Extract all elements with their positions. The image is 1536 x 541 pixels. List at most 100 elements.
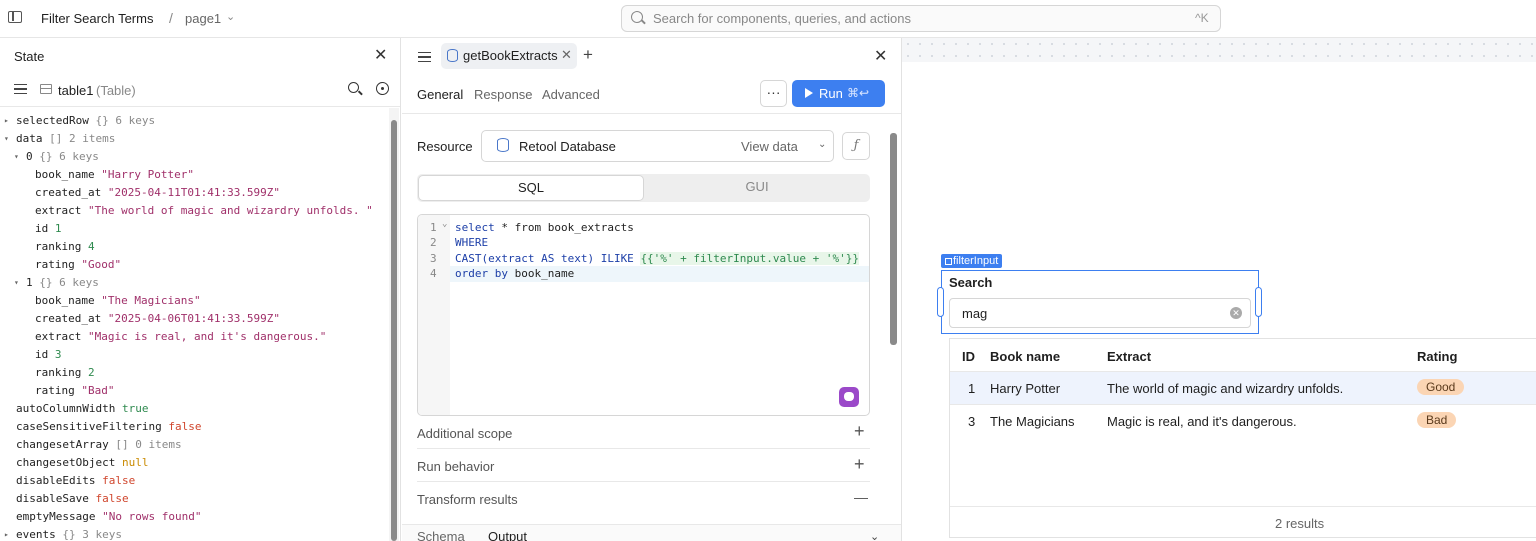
chevron-down-icon[interactable]: ⌄ [818,139,826,150]
code-text: * from book_extracts [494,221,634,234]
code-line: CAST(extract AS text) ILIKE {{'%' + filt… [455,252,859,265]
state-entry: rating "Good" [35,256,121,274]
scrollbar-thumb[interactable] [391,120,397,541]
state-entry: ranking 4 [35,238,95,256]
tab-advanced[interactable]: Advanced [542,87,600,102]
code-line: select * from book_extracts [455,221,634,234]
page-selector[interactable]: page1 [185,11,221,26]
section-label: Transform results [417,492,518,507]
chevron-down-icon[interactable]: ⌄ [870,530,879,541]
close-icon[interactable]: ✕ [374,45,387,65]
state-entry: selectedRow {} 6 keys [16,112,155,130]
fold-icon[interactable]: ⌄ [442,219,447,229]
ai-assist-icon[interactable] [839,387,859,407]
line-number: 4 [430,267,437,280]
state-key: 0 [26,150,33,163]
state-key: disableEdits [16,474,96,487]
expand-arrow-icon[interactable]: ▾ [14,148,19,166]
filter-text-input[interactable] [949,298,1251,328]
tab-response[interactable]: Response [474,87,533,102]
search-icon[interactable] [348,82,359,93]
expand-arrow-icon[interactable]: ▾ [14,274,19,292]
selected-component-name[interactable]: table1 [58,83,93,98]
state-value: 2 [87,366,95,379]
close-icon[interactable]: ✕ [561,47,572,63]
view-data-link[interactable]: View data [741,139,798,154]
state-key: data [16,132,43,145]
tab-general[interactable]: General [417,87,463,102]
state-key: caseSensitiveFiltering [16,420,162,433]
state-value: "Good" [81,258,122,271]
add-icon[interactable]: + [583,45,593,65]
selected-component-type: (Table) [96,83,136,98]
table-row[interactable]: 1 Harry Potter The world of magic and wi… [950,371,1536,404]
section-additional-scope[interactable]: Additional scope + [417,416,870,449]
state-key: rating [35,258,75,271]
target-icon[interactable] [376,82,389,95]
state-entry: changesetArray [] 0 items [16,436,182,454]
close-icon[interactable]: ✕ [874,46,887,66]
state-entry: disableEdits false [16,472,135,490]
state-key: disableSave [16,492,89,505]
component-label-filterinput[interactable]: filterInput [941,254,1003,268]
filter-input-value: mag [962,306,988,321]
query-tab-label[interactable]: getBookExtracts [463,48,558,63]
minus-icon[interactable]: — [854,489,868,505]
state-subheader: table1 (Table) [0,71,400,107]
state-value: "Magic is real, and it's dangerous." [87,330,327,343]
clear-icon[interactable]: ✕ [1230,307,1242,319]
state-key: changesetArray [16,438,109,451]
mode-sql-button[interactable]: SQL [418,175,644,201]
expand-arrow-icon[interactable]: ▸ [4,526,9,541]
code-line: WHERE [455,236,489,249]
column-header-book-name[interactable]: Book name [990,349,1060,364]
state-value: "No rows found" [102,510,202,523]
state-meta: {} 6 keys [39,276,99,289]
run-label: Run [819,86,843,101]
tab-output[interactable]: Output [488,529,527,541]
state-value: "The world of magic and wizardry unfolds… [87,204,373,217]
column-header-rating[interactable]: Rating [1417,349,1457,364]
resize-handle-left[interactable] [937,287,944,317]
resource-label: Resource [417,139,473,154]
code-text: book_name [507,267,575,280]
table-footer: 2 results [950,506,1536,538]
column-header-id[interactable]: ID [962,349,975,364]
sql-editor[interactable]: 1 ⌄ 2 3 4 select * from book_extracts WH… [417,214,870,416]
chevron-down-icon[interactable]: ⌄ [226,10,235,23]
line-number: 3 [430,252,437,265]
bottom-tabs-bar [402,524,901,541]
line-number: 2 [430,236,437,249]
section-run-behavior[interactable]: Run behavior + [417,449,870,482]
plus-icon[interactable]: + [854,421,865,442]
query-tabs: General Response Advanced ··· Run ⌘↩ [402,76,901,114]
state-meta: [] 2 items [49,132,116,145]
expand-arrow-icon[interactable]: ▸ [4,112,9,130]
menu-icon[interactable] [418,52,431,62]
state-meta: {} 6 keys [39,150,99,163]
column-header-extract[interactable]: Extract [1107,349,1151,364]
more-options-button[interactable]: ··· [760,80,787,107]
state-meta: {} 3 keys [62,528,122,541]
expand-arrow-icon[interactable]: ▾ [4,130,9,148]
section-transform-results[interactable]: Transform results — [417,482,870,515]
resize-handle-right[interactable] [1255,287,1262,317]
run-button[interactable]: Run ⌘↩ [792,80,885,107]
state-panel: State ✕ table1 (Table) ▸ selectedRow {} 6… [0,38,401,541]
cell-book-name: The Magicians [990,414,1075,429]
cell-extract: The world of magic and wizardry unfolds. [1107,381,1344,396]
table-row[interactable]: 3 The Magicians Magic is real, and it's … [950,404,1536,437]
mode-gui-button[interactable]: GUI [646,175,868,201]
app-title[interactable]: Filter Search Terms [41,11,153,26]
state-key: book_name [35,168,95,181]
tab-schema[interactable]: Schema [417,529,465,541]
state-key: 1 [26,276,33,289]
code-line: order by book_name [455,267,574,280]
scrollbar-thumb[interactable] [890,133,897,345]
state-value: "Harry Potter" [101,168,194,181]
menu-icon[interactable] [14,84,27,94]
fx-button[interactable]: ƒ [842,132,870,160]
canvas-grid [902,38,1536,62]
plus-icon[interactable]: + [854,454,865,475]
layout-icon[interactable] [8,11,22,23]
